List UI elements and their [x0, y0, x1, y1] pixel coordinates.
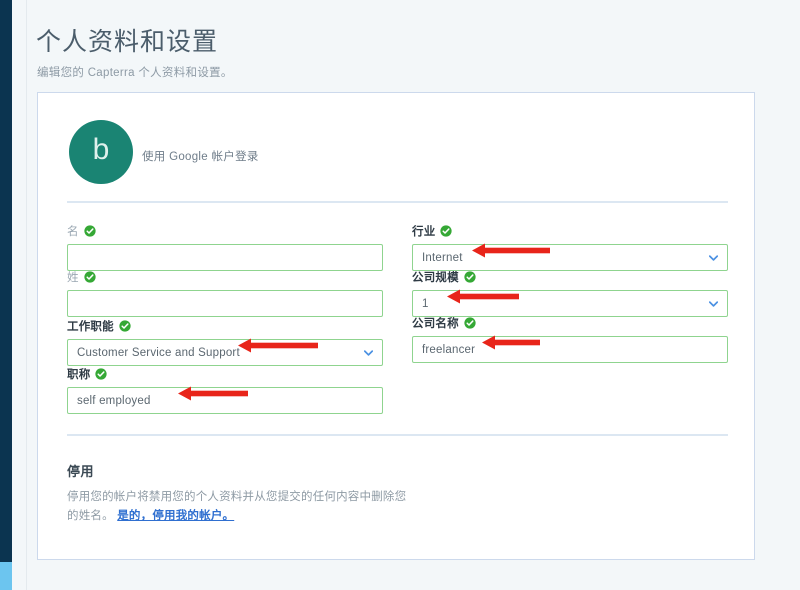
input-first_name[interactable]	[67, 244, 383, 271]
divider-bottom	[67, 434, 728, 436]
value-job_title: self employed	[68, 395, 151, 407]
label-industry: 行业	[412, 223, 728, 239]
label-last_name: 姓	[67, 269, 383, 285]
input-job_title[interactable]: self employed	[67, 387, 383, 414]
label-text-industry: 行业	[412, 223, 435, 239]
valid-check-icon-job_function	[119, 320, 131, 332]
valid-check-icon-company_name	[464, 317, 476, 329]
input-company_name[interactable]: freelancer	[412, 336, 728, 363]
valid-check-icon-last_name	[84, 271, 96, 283]
valid-check-icon-job_title	[95, 368, 107, 380]
profile-settings-card: b 使用 Google 帐户登录 名 姓 工作职能 Customer Servi…	[37, 92, 755, 560]
left-nav-rail	[0, 0, 12, 562]
valid-check-icon-first_name	[84, 225, 96, 237]
field-first_name: 名	[67, 223, 383, 271]
page-subtitle: 编辑您的 Capterra 个人资料和设置。	[37, 64, 233, 80]
field-company_size: 公司规模 1	[412, 269, 728, 317]
value-industry: Internet	[413, 252, 463, 264]
label-text-job_function: 工作职能	[67, 318, 114, 334]
left-rail-indicator	[0, 562, 12, 590]
label-text-first_name: 名	[67, 223, 79, 239]
label-first_name: 名	[67, 223, 383, 239]
field-job_function: 工作职能 Customer Service and Support	[67, 318, 383, 366]
page-title: 个人资料和设置	[36, 22, 218, 58]
divider-top	[67, 201, 728, 203]
value-company_name: freelancer	[413, 344, 475, 356]
app-root: 个人资料和设置 编辑您的 Capterra 个人资料和设置。 b 使用 Goog…	[0, 0, 800, 590]
valid-check-icon-industry	[440, 225, 452, 237]
label-company_size: 公司规模	[412, 269, 728, 285]
google-login-text: 使用 Google 帐户登录	[142, 148, 259, 164]
input-last_name[interactable]	[67, 290, 383, 317]
value-company_size: 1	[413, 298, 429, 310]
label-text-company_size: 公司规模	[412, 269, 459, 285]
avatar-initial: b	[93, 135, 110, 165]
valid-check-icon-company_size	[464, 271, 476, 283]
label-text-company_name: 公司名称	[412, 315, 459, 331]
rail-divider	[26, 0, 27, 590]
deactivate-account-link[interactable]: 是的，停用我的帐户。	[117, 510, 234, 522]
deactivate-heading: 停用	[67, 461, 94, 480]
field-company_name: 公司名称 freelancer	[412, 315, 728, 363]
avatar[interactable]: b	[69, 120, 133, 184]
deactivate-description: 停用您的帐户将禁用您的个人资料并从您提交的任何内容中删除您的姓名。 是的，停用我…	[67, 488, 415, 526]
label-text-job_title: 职称	[67, 366, 90, 382]
label-company_name: 公司名称	[412, 315, 728, 331]
field-last_name: 姓	[67, 269, 383, 317]
label-text-last_name: 姓	[67, 269, 79, 285]
field-industry: 行业 Internet	[412, 223, 728, 271]
label-job_function: 工作职能	[67, 318, 383, 334]
label-job_title: 职称	[67, 366, 383, 382]
select-company_size[interactable]: 1	[412, 290, 728, 317]
field-job_title: 职称 self employed	[67, 366, 383, 414]
select-industry[interactable]: Internet	[412, 244, 728, 271]
value-job_function: Customer Service and Support	[68, 347, 240, 359]
select-job_function[interactable]: Customer Service and Support	[67, 339, 383, 366]
